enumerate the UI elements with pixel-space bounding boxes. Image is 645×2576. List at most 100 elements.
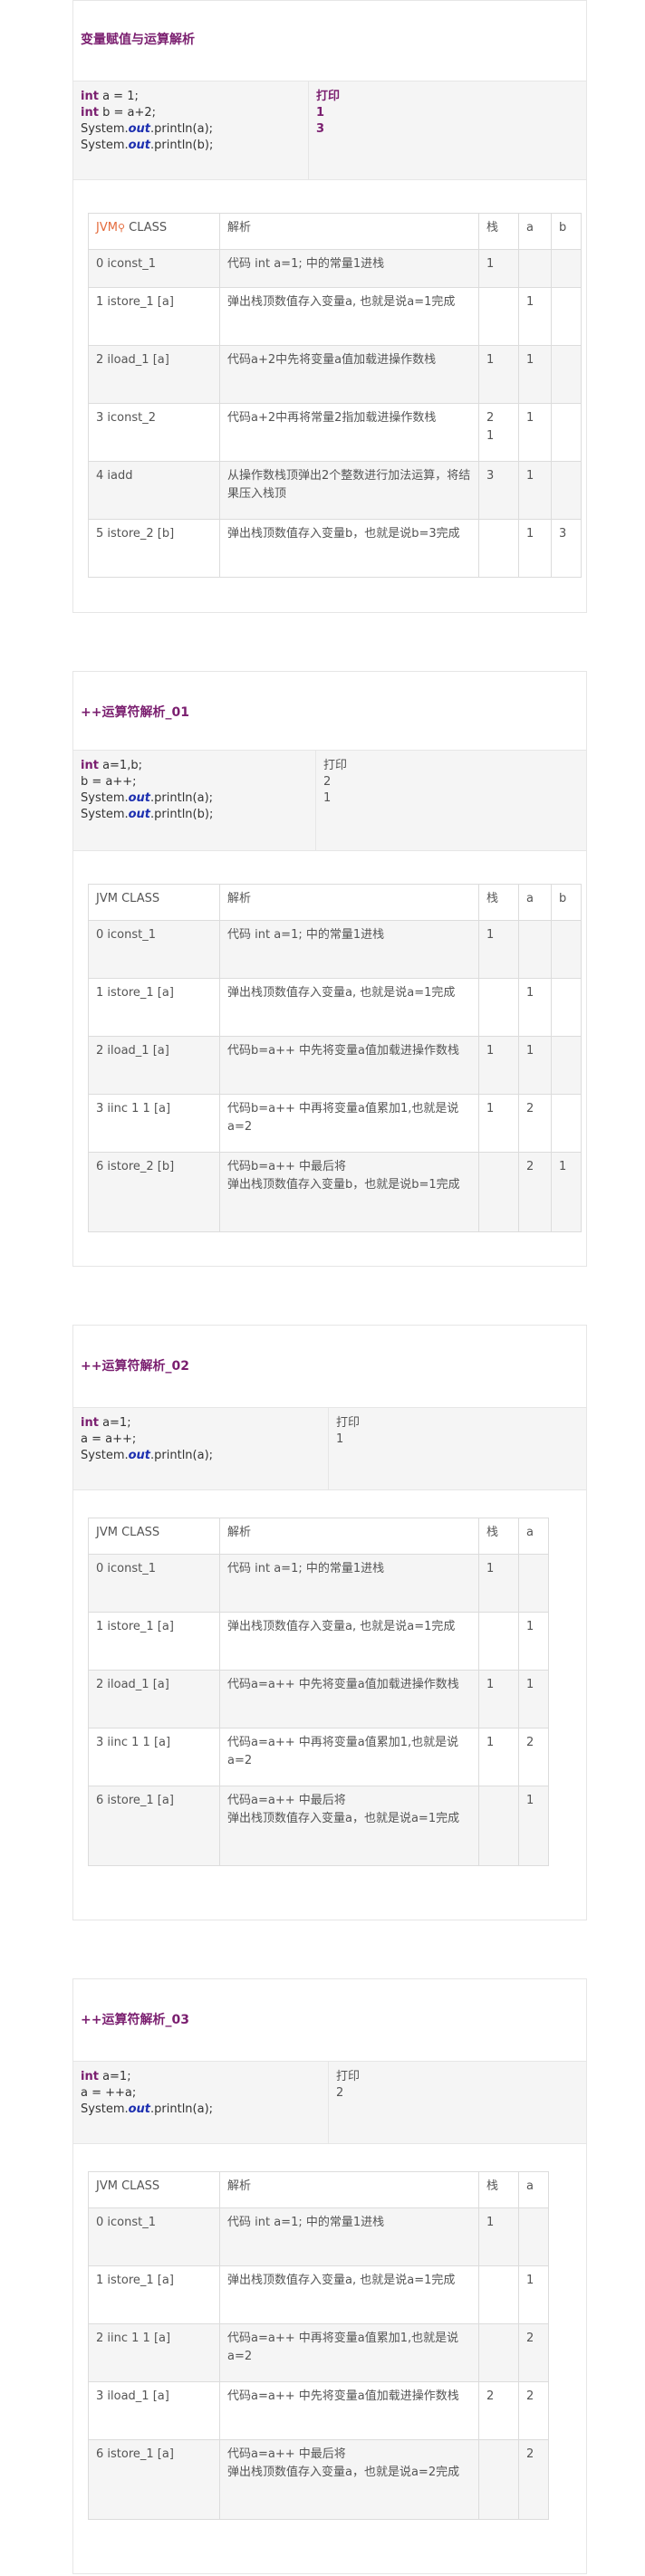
table-cell: 2	[518, 2323, 549, 2382]
table-cell	[518, 920, 552, 979]
table-cell: 1	[518, 461, 552, 520]
section-card-4: ++运算符解析_03 int a=1; a = ++a; System.out.…	[72, 1978, 587, 2574]
table-row: 2 iload_1 [a] 代码a=a++ 中先将变量a值加载进操作数栈 1 1	[88, 1670, 549, 1729]
jvm-table: JVM⚲ CLASS 解析 栈 a b 0 iconst_1 代码 int a=1…	[88, 213, 582, 578]
table-cell: 1	[478, 1728, 519, 1786]
table-cell: 6 istore_1 [a]	[88, 1786, 220, 1866]
table-cell: 1 istore_1 [a]	[88, 978, 220, 1037]
code-source: int a=1; a = ++a; System.out.println(a);	[73, 2062, 329, 2143]
table-cell: 1	[478, 1554, 519, 1613]
table-cell: 1	[478, 345, 519, 404]
output-label: 打印	[336, 1416, 361, 1430]
table-cell: 代码a=a++ 中最后将 弹出栈顶数值存入变量a，也就是说a=2完成	[219, 2439, 479, 2520]
table-cell: 代码b=a++ 中先将变量a值加载进操作数栈	[219, 1036, 479, 1095]
table-cell: 代码 int a=1; 中的常量1进栈	[219, 1554, 479, 1613]
table-cell: 2	[518, 2439, 549, 2520]
search-icon: ⚲	[117, 222, 126, 234]
output-line: 1	[323, 791, 332, 805]
table-cell	[478, 978, 519, 1037]
header-cell: a	[518, 213, 552, 250]
table-row: 1 istore_1 [a] 弹出栈顶数值存入变量a, 也就是说a=1完成 1	[88, 287, 582, 346]
table-cell: 3 iconst_2	[88, 403, 220, 462]
table-row: 6 istore_1 [a] 代码a=a++ 中最后将 弹出栈顶数值存入变量a，也…	[88, 2439, 549, 2520]
code-block: int a=1,b; b = a++; System.out.println(a…	[73, 750, 586, 851]
header-cell: 解析	[219, 884, 479, 921]
header-cell: 解析	[219, 2171, 479, 2208]
table-cell: 0 iconst_1	[88, 2207, 220, 2266]
table-cell: 弹出栈顶数值存入变量a, 也就是说a=1完成	[219, 978, 479, 1037]
table-cell: 1	[478, 1036, 519, 1095]
table-row: 3 iconst_2 代码a+2中再将常量2指加载进操作数栈 2 11	[88, 403, 582, 462]
table-cell: 代码 int a=1; 中的常量1进栈	[219, 249, 479, 288]
output-line: 2	[336, 2086, 344, 2100]
header-cell: JVM CLASS	[88, 884, 220, 921]
table-cell	[551, 920, 582, 979]
table-row: 6 istore_2 [b] 代码b=a++ 中最后将 弹出栈顶数值存入变量b，也…	[88, 1152, 582, 1232]
table-cell	[478, 519, 519, 578]
print-output: 打印 1	[329, 1408, 360, 1489]
table-cell: 1	[518, 1786, 549, 1866]
table-cell	[478, 1152, 519, 1232]
table-cell: 1	[518, 978, 552, 1037]
code-line: System.out.println(b);	[81, 139, 214, 152]
output-line: 1	[316, 106, 325, 120]
section-card-3: ++运算符解析_02 int a=1; a = a++; System.out.…	[72, 1325, 587, 1920]
table-cell: 1	[551, 1152, 582, 1232]
header-jvm-class: JVM⚲ CLASS	[88, 213, 220, 250]
header-cell: a	[518, 2171, 549, 2208]
code-line: b = a++;	[81, 775, 137, 789]
table-row: 6 istore_1 [a] 代码a=a++ 中最后将 弹出栈顶数值存入变量a，也…	[88, 1786, 549, 1866]
table-cell: 弹出栈顶数值存入变量a, 也就是说a=1完成	[219, 287, 479, 346]
header-cell: b	[551, 884, 582, 921]
table-header-row: JVM⚲ CLASS 解析 栈 a b	[88, 213, 582, 250]
code-source: int a=1,b; b = a++; System.out.println(a…	[73, 751, 316, 850]
table-cell: 1	[518, 345, 552, 404]
code-line: a = a++;	[81, 1432, 137, 1446]
table-cell	[478, 1786, 519, 1866]
table-cell	[478, 1612, 519, 1671]
table-cell	[551, 978, 582, 1037]
header-cell: a	[518, 884, 552, 921]
table-cell	[551, 461, 582, 520]
table-cell: 1 istore_1 [a]	[88, 1612, 220, 1671]
table-cell: 2 1	[478, 403, 519, 462]
table-cell	[551, 249, 582, 288]
code-line: int a=1,b;	[81, 759, 142, 772]
table-row: 5 istore_2 [b] 弹出栈顶数值存入变量b，也就是说b=3完成 1 3	[88, 519, 582, 578]
code-block: int a=1; a = a++; System.out.println(a);…	[73, 1407, 586, 1490]
table-cell: 1 istore_1 [a]	[88, 287, 220, 346]
table-header-row: JVM CLASS 解析 栈 a	[88, 2171, 549, 2208]
table-cell: 代码b=a++ 中最后将 弹出栈顶数值存入变量b，也就是说b=1完成	[219, 1152, 479, 1232]
code-block: int a = 1; int b = a+2; System.out.print…	[73, 81, 586, 180]
table-cell: 2	[518, 1728, 549, 1786]
code-source: int a = 1; int b = a+2; System.out.print…	[73, 81, 309, 179]
output-line: 1	[336, 1432, 344, 1446]
table-cell	[518, 249, 552, 288]
table-cell: 2 iinc 1 1 [a]	[88, 2323, 220, 2382]
code-line: int a = 1;	[81, 90, 139, 103]
table-cell: 1	[518, 403, 552, 462]
header-cell: JVM CLASS	[88, 2171, 220, 2208]
table-cell: 弹出栈顶数值存入变量a, 也就是说a=1完成	[219, 1612, 479, 1671]
table-cell: 2	[478, 2381, 519, 2440]
table-cell: 1	[518, 1612, 549, 1671]
table-cell: 2 iload_1 [a]	[88, 1036, 220, 1095]
table-row: 4 iadd 从操作数栈顶弹出2个整数进行加法运算，将结果压入栈顶 3 1	[88, 461, 582, 520]
code-source: int a=1; a = a++; System.out.println(a);	[73, 1408, 329, 1489]
table-cell: 3	[551, 519, 582, 578]
table-cell: 3	[478, 461, 519, 520]
table-cell	[478, 2265, 519, 2324]
table-cell: 1	[478, 249, 519, 288]
header-cell: 栈	[478, 213, 519, 250]
table-cell: 1	[518, 519, 552, 578]
header-cell: 栈	[478, 2171, 519, 2208]
table-cell	[551, 345, 582, 404]
table-cell	[478, 2323, 519, 2382]
table-cell: 代码a+2中再将常量2指加载进操作数栈	[219, 403, 479, 462]
header-cell: JVM CLASS	[88, 1518, 220, 1555]
table-cell: 代码 int a=1; 中的常量1进栈	[219, 2207, 479, 2266]
table-cell: 弹出栈顶数值存入变量b，也就是说b=3完成	[219, 519, 479, 578]
table-cell: 1	[518, 1036, 552, 1095]
table-cell	[551, 1094, 582, 1153]
output-line: 2	[323, 775, 332, 789]
